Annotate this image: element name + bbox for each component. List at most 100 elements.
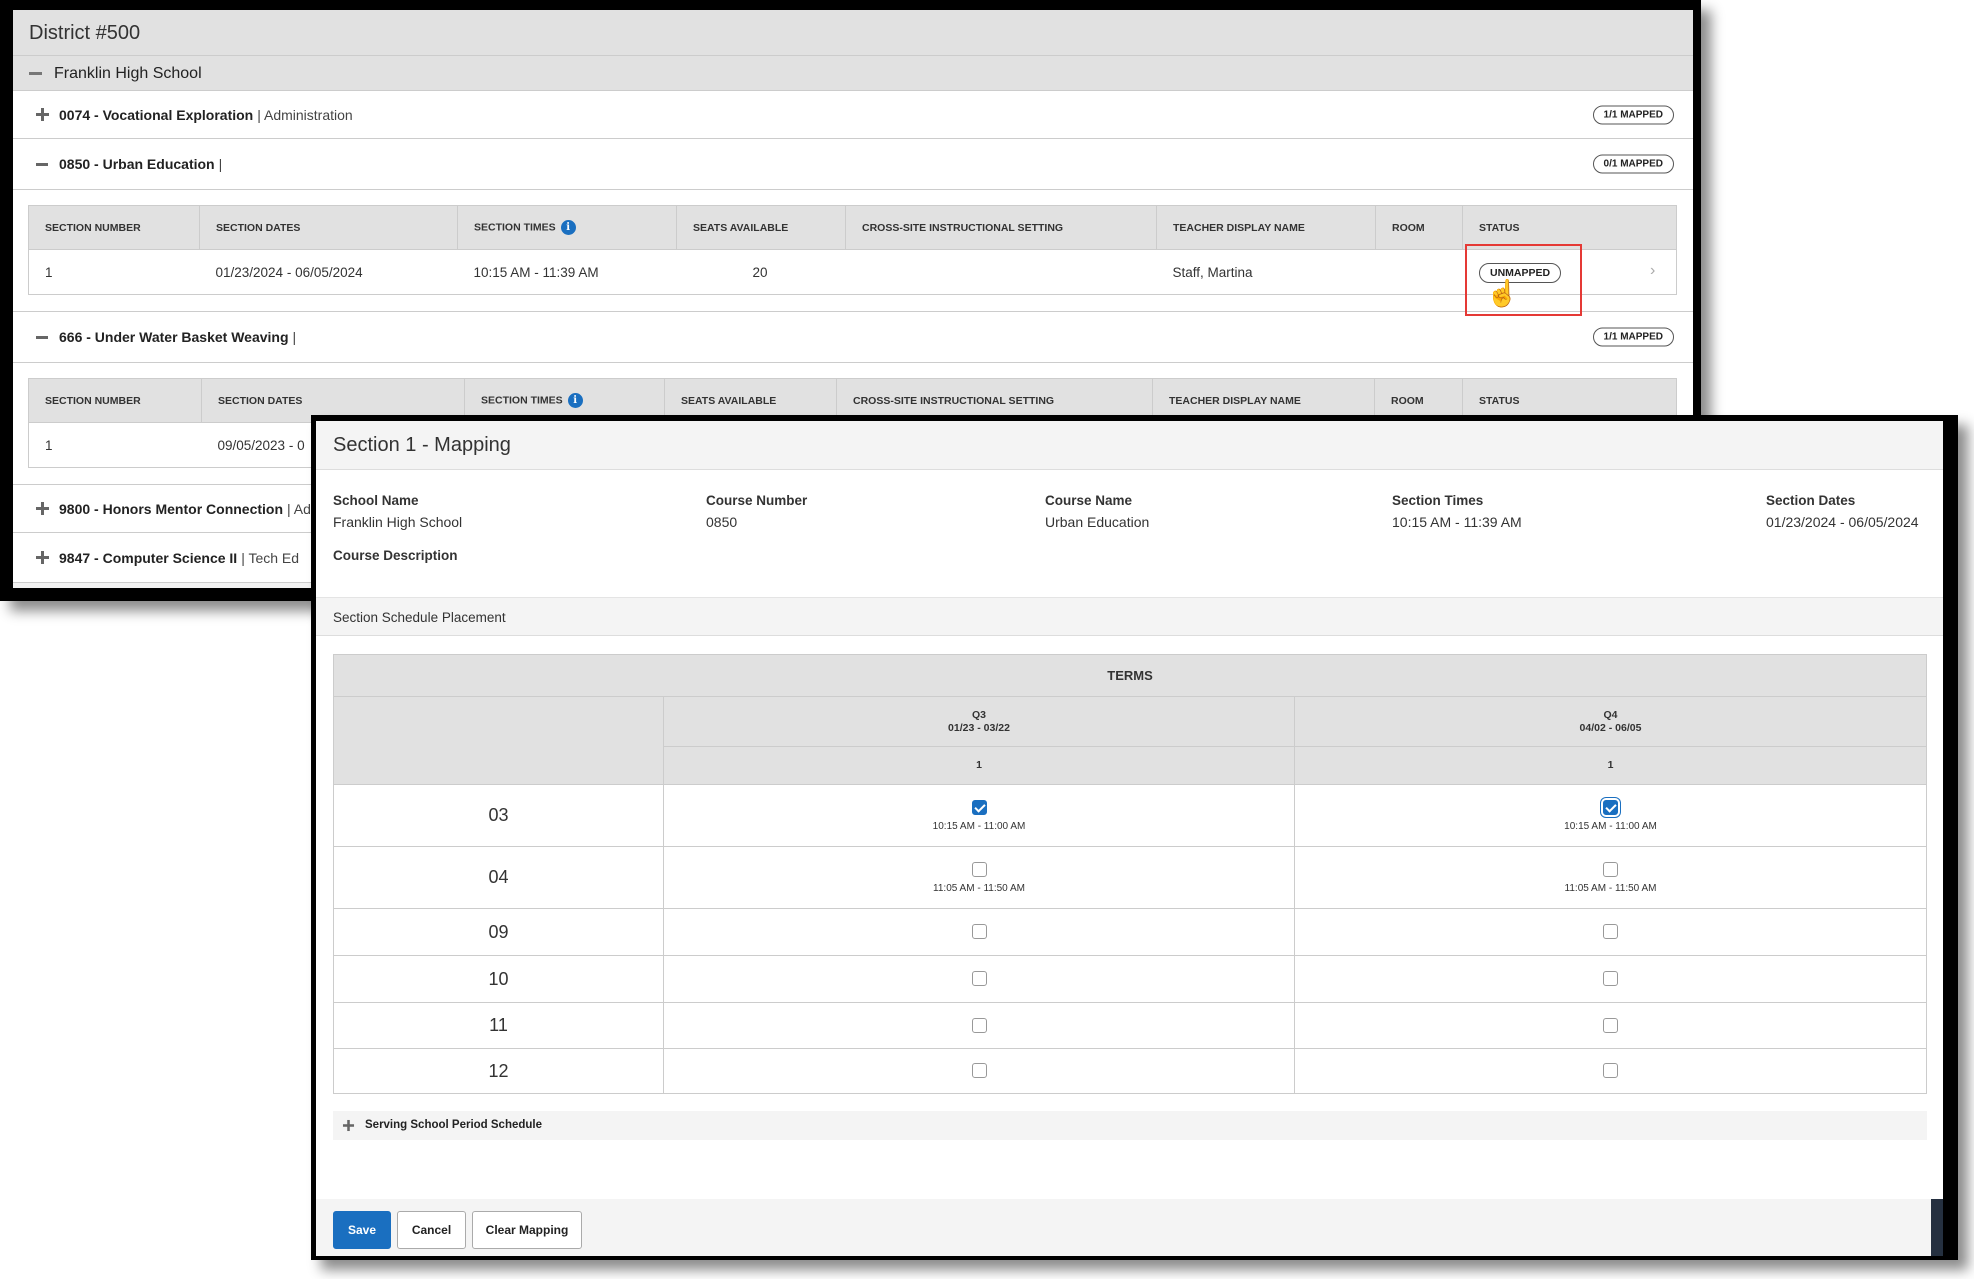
cell-number: 1 [28,422,202,468]
schedule-q4: 1 [1294,746,1927,785]
hand-cursor-icon: ☝ [1486,278,1519,308]
period-checkbox[interactable] [971,1017,987,1033]
placement-cell: 11:05 AM - 11:50 AM [1294,846,1927,909]
field-course-number: Course Number 0850 [706,493,807,530]
course-row-666[interactable]: 666 - Under Water Basket Weaving | 1/1 MA… [13,312,1693,363]
period-label: 09 [488,921,509,942]
period-checkbox[interactable] [1603,971,1618,987]
field-school-name: School Name Franklin High School [333,493,462,530]
field-value: 01/23/2024 - 06/05/2024 [1766,514,1919,530]
period-checkbox[interactable] [1603,1063,1618,1079]
school-header[interactable]: Franklin High School [13,56,1693,91]
placement-cell [663,955,1295,1003]
course-title: 0850 - Urban Education [59,156,215,172]
course-row-0850[interactable]: 0850 - Urban Education | 0/1 MAPPED [13,139,1693,190]
section-table: SECTION NUMBER SECTION DATES SECTION TIM… [28,205,1677,295]
period-checkbox[interactable] [971,1063,987,1079]
field-value: 10:15 AM - 11:39 AM [1392,514,1522,530]
placement-cell [663,1048,1295,1094]
mapped-badge: 0/1 MAPPED [1592,154,1674,174]
col-label: SECTION TIMES [481,394,563,407]
period-checkbox[interactable] [971,862,987,878]
period-label: 03 [488,805,509,825]
period-row: 09 [333,908,1927,956]
col-room: ROOM [1375,205,1463,250]
period-label: 12 [488,1060,509,1081]
schedule-q3: 1 [663,746,1295,785]
field-value: Franklin High School [333,514,463,530]
placement-header: Section Schedule Placement [316,597,1943,636]
term-name: Q3 [971,708,986,721]
period-row: 12 [333,1048,1927,1094]
cell-seats: 20 [676,249,846,295]
field-value: 0850 [706,514,738,530]
info-icon[interactable]: i [560,220,576,235]
term-dates: 01/23 - 03/22 [948,721,1010,734]
period-checkbox[interactable] [971,971,987,987]
period-label: 11 [489,1015,508,1035]
expand-icon[interactable] [36,551,49,564]
expand-icon[interactable] [36,502,49,515]
collapse-icon[interactable] [29,71,42,75]
period-row: 03 10:15 AM - 11:00 AM 10:15 AM - 11:00 AM [333,784,1927,847]
period-col-header [333,696,664,785]
course-title: 9847 - Computer Science II [59,549,238,566]
modal-footer: Save Cancel Clear Mapping [316,1199,1943,1256]
district-header: District #500 [13,10,1693,56]
period-checkbox[interactable] [1603,800,1618,816]
cell-teacher: Staff, Martina [1156,249,1376,295]
col-status: STATUS [1462,205,1677,250]
col-seats: SEATS AVAILABLE [676,205,846,250]
cancel-button[interactable]: Cancel [397,1211,466,1249]
field-label: Course Description [333,548,458,563]
placement-cell: 11:05 AM - 11:50 AM [663,846,1295,909]
term-q4: Q4 04/02 - 06/05 [1294,696,1927,747]
course-title: 0074 - Vocational Exploration [59,106,254,123]
period-checkbox[interactable] [1603,862,1618,878]
course-dept: | [292,329,297,345]
field-label: Course Name [1045,493,1133,508]
placement-grid: TERMS Q3 01/23 - 03/22 Q4 04/02 - 06/05 1 … [333,654,1927,1094]
period-checkbox[interactable] [1603,1017,1618,1033]
placement-cell [1294,955,1927,1003]
cell-cross-site [845,249,1157,295]
col-section-number: SECTION NUMBER [28,378,202,423]
placement-cell: 10:15 AM - 11:00 AM [1294,784,1927,847]
period-time: 10:15 AM - 11:00 AM [932,821,1026,832]
field-course-description: Course Description [333,548,458,569]
info-icon[interactable]: i [567,393,583,408]
clear-mapping-button[interactable]: Clear Mapping [472,1211,582,1249]
cell-room [1375,249,1463,295]
table-row[interactable]: 1 01/23/2024 - 06/05/2024 10:15 AM - 11:… [28,249,1677,295]
col-label: SECTION TIMES [474,221,556,234]
cell-dates: 01/23/2024 - 06/05/2024 [199,249,458,295]
section-table-wrap: SECTION NUMBER SECTION DATES SECTION TIM… [13,190,1693,312]
course-dept: | Tech Ed [241,549,300,566]
period-time: 10:15 AM - 11:00 AM [1564,821,1657,832]
period-checkbox[interactable] [1603,924,1618,940]
placement-cell: 10:15 AM - 11:00 AM [663,784,1295,847]
course-row-0074[interactable]: 0074 - Vocational Exploration | Administr… [13,91,1693,139]
table-header: SECTION NUMBER SECTION DATES SECTION TIM… [28,205,1677,250]
placement-cell [663,1002,1295,1049]
period-checkbox[interactable] [971,800,987,816]
placement-cell [1294,1002,1927,1049]
course-dept: | [218,156,223,172]
scrollbar[interactable] [1931,1199,1943,1256]
term-q3: Q3 01/23 - 03/22 [663,696,1295,747]
col-section-dates: SECTION DATES [199,205,458,250]
expand-icon[interactable] [36,108,49,121]
expand-icon[interactable] [342,1119,355,1132]
term-dates: 04/02 - 06/05 [1579,721,1642,734]
field-label: Course Number [706,493,808,508]
cell-times: 10:15 AM - 11:39 AM [457,249,677,295]
collapse-icon[interactable] [36,335,48,339]
serving-schedule-toggle[interactable]: Serving School Period Schedule [333,1111,1927,1140]
save-button[interactable]: Save [333,1211,391,1249]
period-checkbox[interactable] [971,924,987,940]
terms-header: TERMS [333,654,1927,697]
chevron-right-icon[interactable]: › [1650,262,1655,280]
collapse-icon[interactable] [36,162,48,166]
cell-number: 1 [28,249,200,295]
period-time: 11:05 AM - 11:50 AM [1564,883,1657,894]
